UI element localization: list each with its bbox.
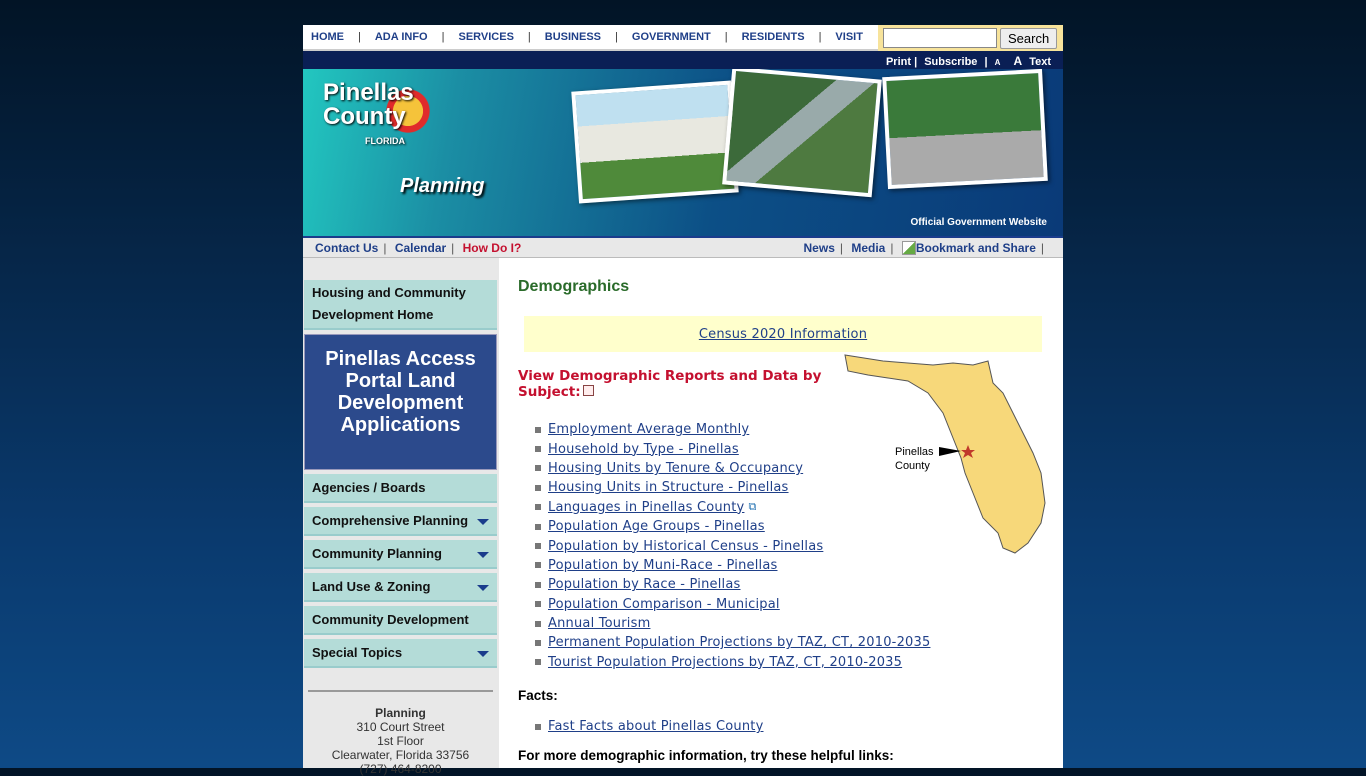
main-content: Demographics Census 2020 Information Vie… (518, 258, 1048, 763)
map-label: Pinellas (895, 446, 934, 458)
census-banner: Census 2020 Information (524, 316, 1042, 352)
nav-item-home[interactable]: HOME (311, 31, 344, 43)
page: HOME | ADA INFO | SERVICES | BUSINESS | GOVERNME… (303, 25, 1063, 776)
report-link[interactable]: Housing Units in Structure - Pinellas (548, 480, 789, 495)
more-info-heading: For more demographic information, try th… (518, 748, 894, 764)
report-link[interactable]: Tourist Population Projections by TAZ, C… (548, 655, 902, 670)
sidebar-item-community-development[interactable]: Community Development (304, 606, 497, 635)
separator: | (724, 31, 728, 43)
media-link[interactable]: Media (851, 241, 885, 255)
separator: | (527, 31, 531, 43)
sidebar-item-label: Community Planning (312, 546, 442, 561)
contact-us-link[interactable]: Contact Us (315, 241, 378, 255)
report-link[interactable]: Population by Historical Census - Pinell… (548, 539, 823, 554)
list-item: Tourist Population Projections by TAZ, C… (535, 653, 1048, 672)
sidebar-item-agencies-boards[interactable]: Agencies / Boards (304, 474, 497, 503)
chevron-down-icon[interactable] (477, 651, 489, 657)
utility-bar: Print | Subscribe | A A Text (303, 51, 1063, 69)
separator: | (441, 31, 445, 43)
sidebar-item-special-topics[interactable]: Special Topics (304, 639, 497, 668)
page-title: Demographics (518, 278, 630, 295)
subscribe-link[interactable]: Subscribe (924, 56, 977, 68)
sidebar-item-label: Comprehensive Planning (312, 513, 469, 528)
broken-image-icon (901, 240, 916, 255)
report-link[interactable]: Annual Tourism (548, 616, 650, 631)
sidebar-item-label: Land Use & Zoning (312, 579, 431, 594)
text-larger-link[interactable]: A (1013, 54, 1022, 68)
search-area: Search (878, 25, 1063, 51)
list-item: Population by Race - Pinellas (535, 575, 1048, 594)
office-address: Planning 310 Court Street 1st Floor Clearwa… (308, 690, 493, 776)
report-link[interactable]: Languages in Pinellas County (548, 500, 744, 515)
sidebar-item-label: Community Development (312, 612, 469, 627)
report-link[interactable]: Employment Average Monthly (548, 422, 749, 437)
sidebar-item-land-use-zoning[interactable]: Land Use & Zoning (304, 573, 497, 602)
list-item: Population by Muni-Race - Pinellas (535, 556, 1048, 575)
separator: | (818, 31, 822, 43)
search-input[interactable] (883, 28, 997, 48)
report-link[interactable]: Population by Race - Pinellas (548, 577, 741, 592)
calendar-link[interactable]: Calendar (395, 241, 446, 255)
nav-item-services[interactable]: SERVICES (458, 31, 513, 43)
nav-item-residents[interactable]: RESIDENTS (742, 31, 805, 43)
highway-photo (722, 69, 882, 198)
report-link[interactable]: Population Age Groups - Pinellas (548, 519, 765, 534)
chevron-down-icon[interactable] (477, 519, 489, 525)
facts-heading: Facts: (518, 688, 558, 704)
report-link[interactable]: Fast Facts about Pinellas County (548, 719, 764, 734)
section-title: Planning (400, 175, 485, 197)
sidebar-item-label: Special Topics (312, 645, 403, 660)
separator: | (615, 31, 618, 43)
report-link[interactable]: Housing Units by Tenure & Occupancy (548, 461, 803, 476)
pdf-icon (582, 385, 594, 396)
nav-item-government[interactable]: GOVERNMENT (632, 31, 711, 43)
sidebar-item-community-planning[interactable]: Community Planning (304, 540, 497, 569)
map-label: County (895, 460, 930, 472)
house-photo (571, 80, 739, 204)
chevron-down-icon[interactable] (477, 585, 489, 591)
how-do-i-link[interactable]: How Do I? (463, 241, 522, 255)
list-item: Permanent Population Projections by TAZ,… (535, 633, 1048, 652)
sidebar-item-comprehensive-planning[interactable]: Comprehensive Planning (304, 507, 497, 536)
report-link[interactable]: Population Comparison - Municipal (548, 597, 780, 612)
subject-heading: View Demographic Reports and Data by Sub… (518, 368, 822, 400)
county-logo[interactable]: Pinellas County FLORIDA (323, 81, 414, 153)
sidebar-item-home[interactable]: Housing and Community Development Home (304, 280, 497, 330)
census-2020-link[interactable]: Census 2020 Information (699, 327, 867, 342)
search-button[interactable]: Search (1000, 27, 1058, 49)
official-site-label: Official Government Website (910, 217, 1047, 228)
nav-item-ada-info[interactable]: ADA INFO (375, 31, 428, 43)
report-link[interactable]: Permanent Population Projections by TAZ,… (548, 635, 930, 650)
separator: | (984, 56, 988, 68)
sidebar: Housing and Community Development Home P… (303, 258, 499, 776)
list-item: Fast Facts about Pinellas County (535, 717, 1048, 736)
access-portal-banner[interactable]: Pinellas Access Portal Land Development … (304, 334, 497, 470)
top-navigation: HOME | ADA INFO | SERVICES | BUSINESS | GOVERNME… (303, 25, 1063, 51)
header-banner: Pinellas County FLORIDA Planning Official … (303, 69, 1063, 236)
report-link[interactable]: Population by Muni-Race - Pinellas (548, 558, 778, 573)
separator: | (358, 31, 361, 43)
secondary-navigation: Contact Us | Calendar | How Do I? News | Me… (303, 236, 1063, 258)
list-item: Annual Tourism (535, 614, 1048, 633)
list-item: Population Comparison - Municipal (535, 595, 1048, 614)
news-link[interactable]: News (804, 241, 835, 255)
sidebar-item-label: Agencies / Boards (312, 480, 426, 495)
bookmark-share-link[interactable]: Bookmark and Share (901, 240, 1036, 255)
nav-item-visit[interactable]: VISIT (835, 31, 863, 43)
text-smaller-link[interactable]: A (995, 58, 1001, 67)
nav-item-business[interactable]: BUSINESS (545, 31, 601, 43)
report-link[interactable]: Household by Type - Pinellas (548, 442, 739, 457)
crossing-guard-photo (882, 69, 1048, 190)
print-link[interactable]: Print | (886, 56, 917, 68)
florida-map: Pinellas County (844, 354, 1046, 554)
text-only-link[interactable]: Text (1029, 56, 1051, 68)
chevron-down-icon[interactable] (477, 552, 489, 558)
facts-list: Fast Facts about Pinellas County (535, 717, 1048, 736)
external-link-icon: ⧉ (748, 500, 757, 513)
